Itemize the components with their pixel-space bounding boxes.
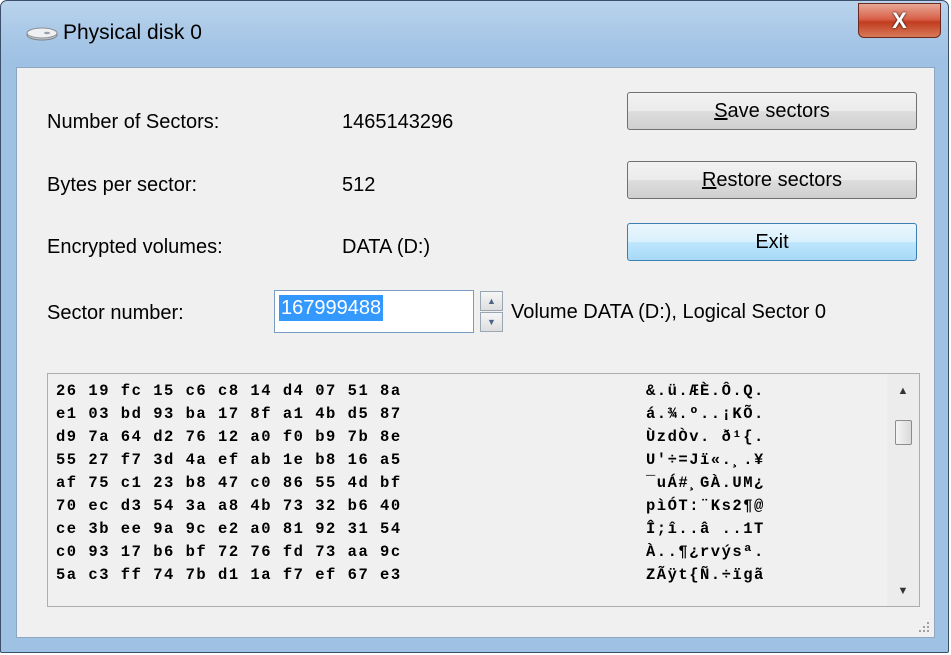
sector-number-spinner: ▲ ▼ — [480, 291, 503, 332]
chevron-up-icon: ▲ — [487, 296, 496, 306]
spin-down-button[interactable]: ▼ — [480, 312, 503, 332]
sectors-label: Number of Sectors: — [47, 111, 220, 133]
encrypted-volumes-value: DATA (D:) — [342, 236, 431, 258]
hex-row: c0 93 17 b6 bf 72 76 fd 73 aa 9c — [56, 543, 402, 561]
ascii-row: À..¶¿rvýsª. — [646, 543, 765, 561]
hex-row: ce 3b ee 9a 9c e2 a0 81 92 31 54 — [56, 520, 402, 538]
title-bar: Physical disk 0 X — [1, 1, 948, 67]
hex-row: 26 19 fc 15 c6 c8 14 d4 07 51 8a — [56, 382, 402, 400]
dialog-window: Physical disk 0 X Number of Sectors: 146… — [0, 0, 949, 653]
hex-row: 5a c3 ff 74 7b d1 1a f7 ef 67 e3 — [56, 566, 402, 584]
exit-label: Exit — [755, 230, 789, 253]
vertical-scrollbar[interactable]: ▲ ▼ — [887, 374, 919, 606]
exit-button[interactable]: Exit — [627, 223, 917, 261]
save-accelerator: S — [714, 99, 728, 122]
sectors-value: 1465143296 — [342, 111, 454, 133]
hex-row: 55 27 f7 3d 4a ef ab 1e b8 16 a5 — [56, 451, 402, 469]
disk-icon — [26, 27, 58, 41]
volume-info-text: Volume DATA (D:), Logical Sector 0 — [511, 301, 826, 323]
ascii-row: á.¾.º..¡KÕ. — [646, 405, 765, 423]
sector-number-value: 167999488 — [279, 295, 384, 321]
save-label: ave sectors — [727, 99, 830, 122]
sector-number-label: Sector number: — [47, 302, 184, 324]
hex-view[interactable]: 26 19 fc 15 c6 c8 14 d4 07 51 8a e1 03 b… — [47, 373, 920, 607]
hex-row: af 75 c1 23 b8 47 c0 86 55 4d bf — [56, 474, 402, 492]
close-icon: X — [892, 7, 907, 33]
scroll-down-arrow-icon[interactable]: ▼ — [887, 576, 919, 606]
ascii-row: ¯uÁ#¸GÀ.UM¿ — [646, 474, 765, 492]
restore-label: estore sectors — [716, 168, 843, 191]
encrypted-volumes-label: Encrypted volumes: — [47, 236, 223, 258]
ascii-row: ZÃÿt{Ñ.÷ïgã — [646, 566, 765, 584]
window-title: Physical disk 0 — [63, 21, 202, 44]
sector-number-input[interactable]: 167999488 — [274, 290, 474, 333]
bytes-per-sector-label: Bytes per sector: — [47, 174, 198, 196]
dialog-client-area: Number of Sectors: 1465143296 Bytes per … — [16, 67, 935, 638]
save-sectors-button[interactable]: Save sectors — [627, 92, 917, 130]
bytes-per-sector-value: 512 — [342, 174, 376, 196]
ascii-row: ÙzdÒv. ð¹{. — [646, 428, 765, 446]
scroll-up-arrow-icon[interactable]: ▲ — [887, 376, 919, 406]
hex-row: 70 ec d3 54 3a a8 4b 73 32 b6 40 — [56, 497, 402, 515]
close-button[interactable]: X — [858, 3, 941, 38]
ascii-row: &.ü.ÆÈ.Ô.Q. — [646, 382, 765, 400]
restore-accelerator: R — [701, 168, 717, 191]
ascii-row: Î;î..â ..1T — [646, 520, 765, 538]
resize-grip-icon[interactable] — [918, 621, 930, 633]
ascii-row: U'÷=Jï«.¸.¥ — [646, 451, 765, 469]
scroll-thumb[interactable] — [895, 420, 912, 445]
hex-row: d9 7a 64 d2 76 12 a0 f0 b9 7b 8e — [56, 428, 402, 446]
hex-row: e1 03 bd 93 ba 17 8f a1 4b d5 87 — [56, 405, 402, 423]
chevron-down-icon: ▼ — [487, 317, 496, 327]
spin-up-button[interactable]: ▲ — [480, 291, 503, 311]
ascii-row: pìÓT:¨Ks2¶@ — [646, 497, 765, 515]
restore-sectors-button[interactable]: Restore sectors — [627, 161, 917, 199]
